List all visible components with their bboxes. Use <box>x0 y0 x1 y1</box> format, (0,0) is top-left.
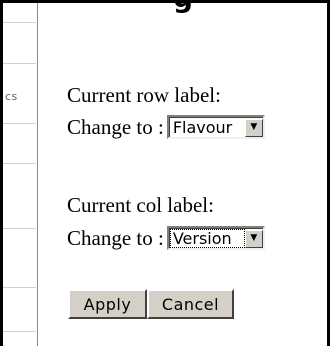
col-change-label: Change to : <box>67 226 164 250</box>
col-label-select[interactable]: Version ▼ <box>166 226 265 250</box>
row-select-value: Flavour <box>172 118 233 137</box>
apply-button[interactable]: Apply <box>68 289 147 319</box>
row-divider <box>3 163 36 164</box>
row-divider <box>3 22 36 23</box>
chevron-down-icon[interactable]: ▼ <box>244 118 263 137</box>
row-divider <box>3 331 36 332</box>
cancel-button[interactable]: Cancel <box>147 289 234 319</box>
dialog-title: g <box>63 3 303 12</box>
row-divider <box>3 63 36 64</box>
col-select-inner: Version ▼ <box>168 228 263 248</box>
row-divider <box>3 287 36 288</box>
left-pane-text: cs <box>5 90 18 103</box>
row-divider <box>3 123 36 124</box>
dialog-frame: g cs Current row label: Change to : Flav… <box>0 0 330 346</box>
current-col-label: Current col label: <box>67 193 214 217</box>
current-row-label: Current row label: <box>67 83 221 107</box>
left-pane: cs <box>3 3 36 346</box>
row-select-inner: Flavour ▼ <box>168 117 263 137</box>
row-change-group: Change to : Flavour ▼ <box>67 113 265 141</box>
row-change-label: Change to : <box>67 115 164 139</box>
row-divider <box>3 228 36 229</box>
pane-divider <box>37 3 38 346</box>
row-label-select[interactable]: Flavour ▼ <box>166 115 265 139</box>
col-select-value: Version <box>169 229 245 248</box>
chevron-down-icon[interactable]: ▼ <box>244 229 263 248</box>
col-change-group: Change to : Version ▼ <box>67 224 265 252</box>
